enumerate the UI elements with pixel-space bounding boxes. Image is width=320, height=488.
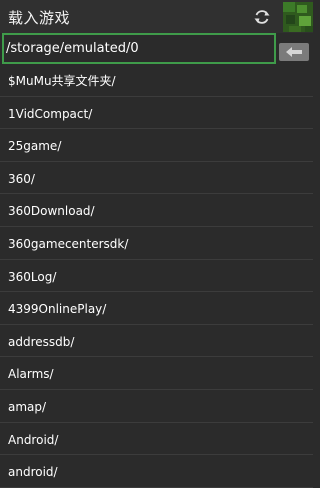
path-bar: /storage/emulated/0: [0, 33, 313, 64]
folder-item[interactable]: 360Log/: [0, 260, 313, 293]
folder-item[interactable]: $MuMu共享文件夹/: [0, 64, 313, 97]
refresh-icon[interactable]: [252, 7, 272, 27]
folder-item[interactable]: android/: [0, 455, 313, 488]
back-arrow-icon: [286, 47, 302, 57]
folder-item[interactable]: 4399OnlinePlay/: [0, 292, 313, 325]
folder-item[interactable]: 360Download/: [0, 194, 313, 227]
folder-list: $MuMu共享文件夹/ 1VidCompact/ 25game/ 360/ 36…: [0, 64, 313, 488]
path-input[interactable]: /storage/emulated/0: [2, 33, 276, 64]
folder-item[interactable]: 25game/: [0, 129, 313, 162]
folder-item[interactable]: amap/: [0, 390, 313, 423]
folder-item[interactable]: Alarms/: [0, 357, 313, 390]
game-thumbnail-image: [283, 2, 313, 32]
folder-item[interactable]: 360/: [0, 162, 313, 195]
title-bar: 载入游戏: [0, 0, 313, 33]
folder-item[interactable]: 360gamecentersdk/: [0, 227, 313, 260]
back-button[interactable]: [279, 43, 309, 61]
page-title: 载入游戏: [8, 9, 71, 27]
folder-item[interactable]: Android/: [0, 423, 313, 456]
folder-item[interactable]: 1VidCompact/: [0, 97, 313, 130]
folder-item[interactable]: addressdb/: [0, 325, 313, 358]
